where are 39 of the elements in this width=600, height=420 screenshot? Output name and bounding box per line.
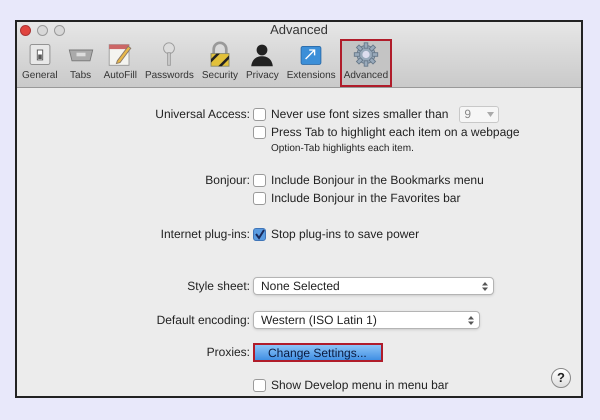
setting-label: Style sheet: <box>187 278 250 295</box>
stepper-arrows-icon <box>482 282 488 290</box>
checkbox[interactable] <box>253 228 266 240</box>
setting-label: Universal Access: <box>155 106 250 123</box>
select-field[interactable]: Western (ISO Latin 1) <box>253 311 480 329</box>
checkbox-label: Press Tab to highlight each item on a webpage <box>271 124 520 141</box>
checkbox[interactable] <box>253 108 266 120</box>
change-settings-button[interactable]: Change Settings... <box>253 343 383 362</box>
close-button[interactable] <box>20 25 31 36</box>
select-field[interactable]: None Selected <box>253 277 494 295</box>
checkbox[interactable] <box>253 174 266 186</box>
checkbox[interactable] <box>253 126 266 138</box>
checkmark-icon <box>254 228 265 240</box>
window-title: Advanced <box>270 21 328 40</box>
setting-label: Internet plug-ins: <box>160 226 250 243</box>
toolbar-tab[interactable]: Tabs <box>62 39 100 87</box>
zoom-button[interactable] <box>54 25 65 36</box>
toolbar-tab[interactable]: Privacy <box>242 39 283 87</box>
checkbox-label: Stop plug-ins to save power <box>271 226 420 243</box>
hint-text: Option-Tab highlights each item. <box>271 142 415 156</box>
checkbox-label: Show Develop menu in menu bar <box>271 377 448 394</box>
toolbar-tab[interactable]: Advanced <box>340 39 392 87</box>
help-button[interactable]: ? <box>551 368 571 388</box>
toolbar-tab[interactable]: AutoFill <box>100 39 141 87</box>
toolbar-tab[interactable]: Extensions <box>282 39 340 87</box>
stepper-arrows-icon <box>468 316 474 324</box>
toolbar-tab[interactable]: Passwords <box>140 39 198 87</box>
setting-label: Default encoding: <box>156 312 250 329</box>
setting-label: Proxies: <box>206 344 250 361</box>
checkbox[interactable] <box>253 378 266 392</box>
setting-label: Bonjour: <box>205 172 250 189</box>
minimize-button[interactable] <box>37 25 48 36</box>
checkbox-label: Never use font sizes smaller than <box>271 106 448 123</box>
checkbox-label: Include Bonjour in the Favorites bar <box>271 190 460 207</box>
toolbar-tab[interactable]: General <box>18 39 62 87</box>
toolbar-tab[interactable]: Security <box>198 39 242 87</box>
checkbox-label: Include Bonjour in the Bookmarks menu <box>271 172 484 189</box>
dropdown-arrow-icon <box>487 112 494 116</box>
checkbox[interactable] <box>253 192 266 204</box>
